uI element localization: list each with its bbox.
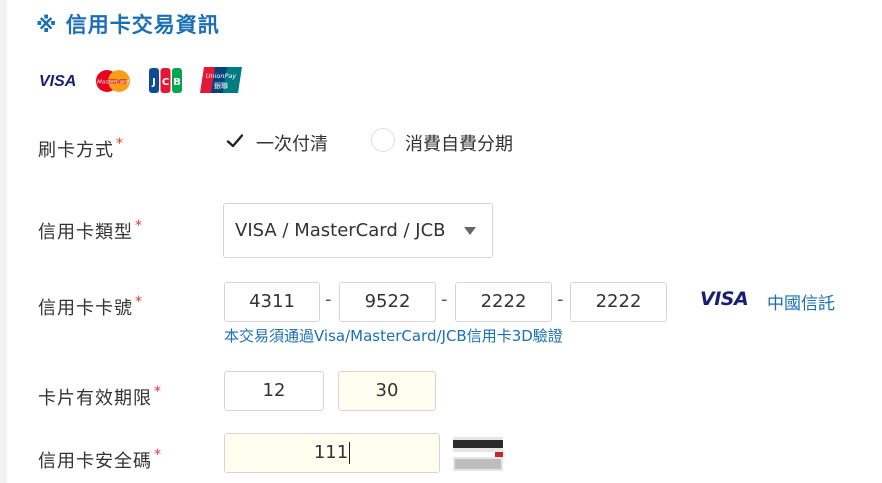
svg-text:UnionPay: UnionPay xyxy=(206,72,237,80)
svg-text:MasterCard: MasterCard xyxy=(97,80,129,86)
card-type-selected-value: VISA / MasterCard / JCB xyxy=(235,220,446,241)
svg-text:B: B xyxy=(173,77,181,88)
card-number-field-2[interactable]: 9522 xyxy=(339,282,436,322)
card-number-field-4[interactable]: 2222 xyxy=(570,282,667,322)
visa-logo: VISA xyxy=(39,73,76,90)
required-mark: * xyxy=(154,447,162,463)
cvv-field[interactable]: 111 xyxy=(224,433,440,473)
card-number-field-3[interactable]: 2222 xyxy=(455,282,552,322)
separator: - xyxy=(557,289,564,310)
unionpay-logo: UnionPay 銀聯 xyxy=(200,67,242,93)
mastercard-logo: MasterCard xyxy=(96,70,130,92)
card-number-label: 信用卡卡號 * xyxy=(38,294,143,319)
svg-text:J: J xyxy=(151,77,156,88)
cvv-value: 111 xyxy=(313,442,349,463)
left-border-strip xyxy=(0,0,7,483)
required-mark: * xyxy=(154,384,162,400)
text-cursor xyxy=(349,442,351,464)
3d-secure-note: 本交易須通過Visa/MasterCard/JCB信用卡3D驗證 xyxy=(224,327,563,345)
card-back-cvv-icon xyxy=(453,437,503,471)
separator: - xyxy=(441,289,448,310)
expiry-label: 卡片有效期限 * xyxy=(38,384,162,409)
svg-text:C: C xyxy=(162,77,169,88)
checkmark-icon[interactable] xyxy=(223,129,247,153)
required-mark: * xyxy=(135,294,143,310)
cvv-label: 信用卡安全碼 * xyxy=(38,447,162,472)
jcb-logo: J C B xyxy=(149,68,182,93)
separator: - xyxy=(325,289,332,310)
required-mark: * xyxy=(116,136,124,152)
card-number-field-1[interactable]: 4311 xyxy=(224,282,320,322)
option-lump-sum-label[interactable]: 一次付清 xyxy=(256,130,328,156)
option-installment-label[interactable]: 消費自費分期 xyxy=(405,130,513,156)
payment-method-label: 刷卡方式 * xyxy=(38,136,124,161)
caret-down-icon xyxy=(464,227,476,235)
svg-text:VISA: VISA xyxy=(39,73,76,90)
radio-installment-icon[interactable] xyxy=(371,128,395,152)
section-title: ※ 信用卡交易資訊 xyxy=(36,13,220,37)
expiry-month-field[interactable]: 12 xyxy=(224,371,324,411)
card-brand-visa: VISA xyxy=(700,288,749,310)
card-type-select[interactable]: VISA / MasterCard / JCB xyxy=(223,203,493,258)
svg-text:銀聯: 銀聯 xyxy=(214,81,228,90)
required-mark: * xyxy=(135,218,143,234)
expiry-year-field[interactable]: 30 xyxy=(338,371,436,411)
card-type-label: 信用卡類型 * xyxy=(38,218,143,243)
card-issuer: 中國信託 xyxy=(767,294,835,314)
